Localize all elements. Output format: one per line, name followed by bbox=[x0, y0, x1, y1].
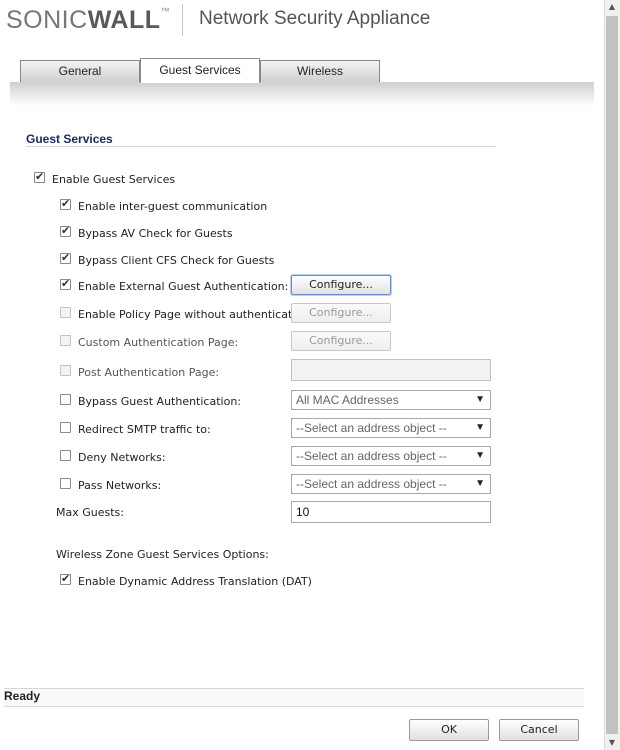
configure-external-auth-button[interactable]: Configure... bbox=[291, 275, 391, 295]
section-divider bbox=[26, 146, 496, 147]
bypass-cfs-checkbox[interactable] bbox=[60, 251, 71, 264]
enable-guest-services-checkbox[interactable] bbox=[34, 170, 45, 183]
inter-guest-label: Enable inter-guest communication bbox=[78, 200, 268, 213]
cancel-button[interactable]: Cancel bbox=[499, 719, 579, 741]
dropdown-arrow-icon: ▼ bbox=[475, 478, 485, 489]
post-auth-checkbox[interactable] bbox=[60, 365, 71, 376]
app-title: Network Security Appliance bbox=[199, 8, 431, 29]
logo-trademark: ™ bbox=[160, 6, 171, 16]
dat-label: Enable Dynamic Address Translation (DAT) bbox=[78, 575, 312, 588]
max-guests-label: Max Guests: bbox=[56, 506, 124, 519]
dropdown-arrow-icon: ▼ bbox=[475, 394, 485, 405]
pass-networks-value: --Select an address object -- bbox=[296, 477, 447, 491]
deny-networks-checkbox[interactable] bbox=[60, 450, 71, 461]
header-divider bbox=[182, 4, 183, 36]
scroll-down-arrow-icon[interactable]: ▼ bbox=[604, 736, 620, 750]
bypass-av-checkbox[interactable] bbox=[60, 224, 71, 237]
bypass-guest-auth-label: Bypass Guest Authentication: bbox=[78, 395, 241, 408]
status-bar bbox=[4, 688, 584, 707]
dropdown-arrow-icon: ▼ bbox=[475, 422, 485, 433]
configure-custom-auth-button[interactable]: Configure... bbox=[291, 331, 391, 351]
tab-content-band bbox=[10, 82, 594, 106]
status-text: Ready bbox=[4, 689, 41, 703]
bypass-guest-auth-checkbox[interactable] bbox=[60, 394, 71, 405]
scrollbar-thumb[interactable] bbox=[606, 16, 618, 734]
dropdown-arrow-icon: ▼ bbox=[475, 450, 485, 461]
wireless-options-heading: Wireless Zone Guest Services Options: bbox=[56, 548, 269, 561]
tab-general[interactable]: General bbox=[20, 60, 140, 82]
tab-guest-services[interactable]: Guest Services bbox=[140, 58, 260, 83]
bypass-guest-auth-value: All MAC Addresses bbox=[296, 393, 399, 407]
redirect-smtp-checkbox[interactable] bbox=[60, 422, 71, 433]
logo-text-sonic: SONIC bbox=[6, 6, 88, 34]
pass-networks-select[interactable]: --Select an address object -- ▼ bbox=[291, 474, 491, 494]
redirect-smtp-label: Redirect SMTP traffic to: bbox=[78, 423, 211, 436]
policy-page-label: Enable Policy Page without authenticatio… bbox=[78, 308, 313, 321]
sonicwall-logo: SONICWALL™ bbox=[6, 6, 170, 35]
post-auth-label: Post Authentication Page: bbox=[78, 366, 220, 379]
post-auth-input[interactable] bbox=[291, 359, 491, 381]
redirect-smtp-select[interactable]: --Select an address object -- ▼ bbox=[291, 418, 491, 438]
custom-auth-label: Custom Authentication Page: bbox=[78, 336, 239, 349]
external-auth-label: Enable External Guest Authentication: bbox=[78, 280, 289, 293]
deny-networks-value: --Select an address object -- bbox=[296, 449, 447, 463]
scroll-up-arrow-icon[interactable]: ▲ bbox=[604, 0, 620, 14]
deny-networks-select[interactable]: --Select an address object -- ▼ bbox=[291, 446, 491, 466]
logo-text-wall: WALL bbox=[87, 6, 161, 34]
inter-guest-checkbox[interactable] bbox=[60, 197, 71, 210]
configure-policy-page-button[interactable]: Configure... bbox=[291, 303, 391, 323]
section-title: Guest Services bbox=[26, 132, 113, 146]
bypass-cfs-label: Bypass Client CFS Check for Guests bbox=[78, 254, 275, 267]
tab-wireless[interactable]: Wireless bbox=[260, 60, 380, 82]
ok-button[interactable]: OK bbox=[409, 719, 489, 741]
enable-guest-services-label: Enable Guest Services bbox=[52, 173, 176, 186]
redirect-smtp-value: --Select an address object -- bbox=[296, 421, 447, 435]
external-auth-checkbox[interactable] bbox=[60, 277, 71, 290]
bypass-av-label: Bypass AV Check for Guests bbox=[78, 227, 233, 240]
custom-auth-checkbox[interactable] bbox=[60, 335, 71, 346]
max-guests-input[interactable]: 10 bbox=[291, 501, 491, 523]
deny-networks-label: Deny Networks: bbox=[78, 451, 166, 464]
pass-networks-label: Pass Networks: bbox=[78, 479, 162, 492]
policy-page-checkbox[interactable] bbox=[60, 307, 71, 318]
pass-networks-checkbox[interactable] bbox=[60, 478, 71, 489]
bypass-guest-auth-select[interactable]: All MAC Addresses ▼ bbox=[291, 390, 491, 410]
dat-checkbox[interactable] bbox=[60, 572, 71, 585]
